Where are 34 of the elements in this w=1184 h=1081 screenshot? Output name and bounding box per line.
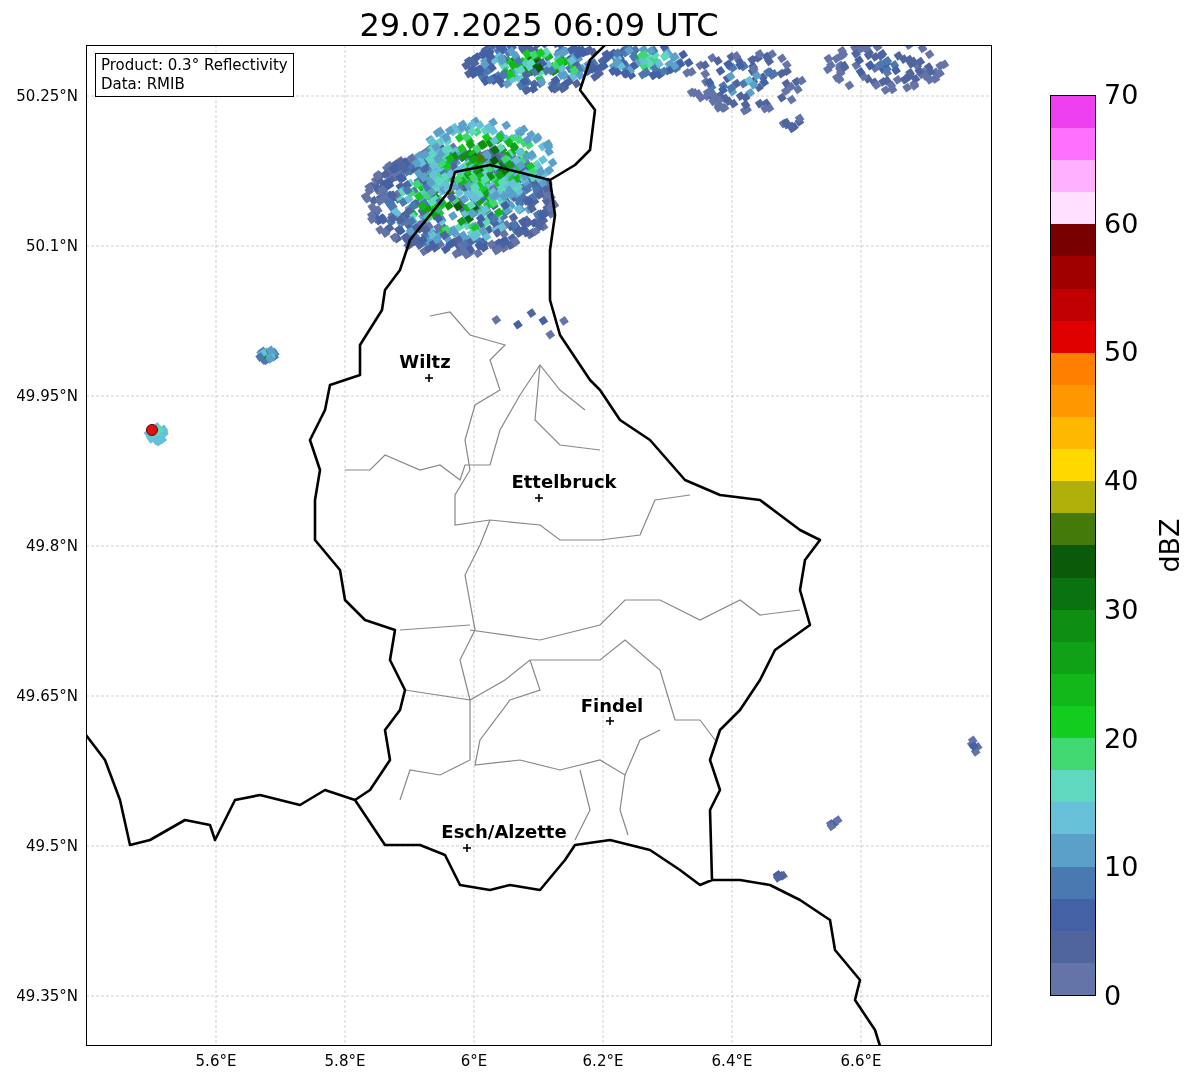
- axis-label: 50.1°N: [25, 237, 78, 255]
- city-label: Findel: [580, 696, 644, 716]
- tick-label: 50: [1104, 337, 1139, 368]
- tick-label: 70: [1104, 80, 1139, 110]
- dot-marker-icon: [146, 424, 158, 436]
- tick-label: 20: [1104, 723, 1139, 754]
- axis-label: 50.25°N: [16, 87, 78, 105]
- city-label: Wiltz: [399, 352, 451, 372]
- axis-label: 49.8°N: [25, 537, 78, 555]
- axis-label: 49.65°N: [16, 687, 78, 705]
- axis-label: 5.8°E: [324, 1052, 366, 1070]
- city-marker-icon: [534, 493, 544, 503]
- city-marker-icon: [462, 843, 472, 853]
- axis-title: dBZ: [1153, 518, 1184, 573]
- axis-label: 6.2°E: [582, 1052, 624, 1070]
- axis-label: 6.6°E: [840, 1052, 882, 1070]
- axis-label: 49.35°N: [16, 987, 78, 1005]
- chart-title: 29.07.2025 06:09 UTC: [359, 5, 719, 45]
- axis-label: 49.95°N: [16, 387, 78, 405]
- tick-label: 30: [1104, 594, 1139, 625]
- city-label: Ettelbruck: [511, 472, 617, 492]
- city-marker-icon: [424, 373, 434, 383]
- city-marker-icon: [605, 716, 615, 726]
- info-text: Product: 0.3° Reflectivity: [101, 56, 288, 75]
- axis-label: 6°E: [460, 1052, 488, 1070]
- tick-label: 0: [1104, 981, 1122, 1011]
- axis-label: 6.4°E: [711, 1052, 753, 1070]
- city-label: Esch/Alzette: [441, 822, 567, 842]
- tick-label: 60: [1104, 208, 1139, 239]
- tick-label: 10: [1104, 852, 1139, 883]
- tick-label: 40: [1104, 466, 1139, 497]
- info-text: Data: RMIB: [101, 75, 186, 94]
- axis-label: 5.6°E: [195, 1052, 237, 1070]
- axis-label: 49.5°N: [25, 837, 78, 855]
